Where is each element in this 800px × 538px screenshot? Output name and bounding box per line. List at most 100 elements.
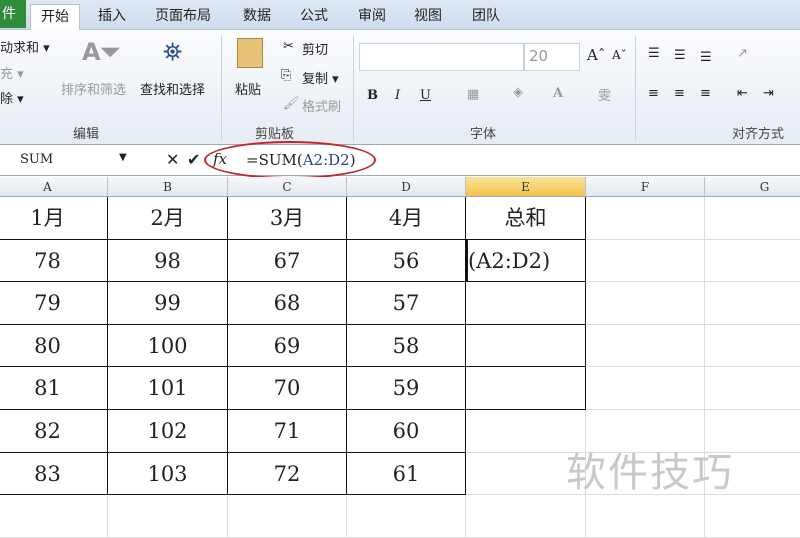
cell-b5[interactable]: 101 (108, 367, 228, 410)
cell-c8[interactable] (228, 495, 347, 538)
find-select-button[interactable]: 查找和选择 (140, 79, 205, 98)
grow-font-icon[interactable]: Aˆ (587, 46, 605, 64)
cell-d3[interactable]: 57 (347, 282, 466, 325)
cell-d4[interactable]: 58 (347, 324, 466, 368)
enter-icon[interactable]: ✔ (187, 150, 200, 169)
increase-indent-icon[interactable]: ⇥ (763, 86, 774, 101)
align-middle-icon[interactable]: ☰ (674, 48, 686, 63)
tab-data[interactable]: 数据 (243, 4, 271, 30)
font-size-select[interactable]: 20 (524, 43, 580, 71)
cell-c7[interactable]: 72 (228, 452, 347, 496)
cell-f3[interactable] (586, 282, 705, 325)
align-bottom-icon[interactable]: ☰ (700, 50, 712, 65)
cancel-icon[interactable]: ✕ (166, 150, 179, 169)
fill-color-icon[interactable]: ◈ (513, 85, 523, 100)
cell-a8[interactable] (0, 495, 108, 538)
phonetic-icon[interactable]: 雯 (598, 85, 611, 104)
cell-e8[interactable] (466, 495, 586, 538)
cell-a1[interactable]: 1月 (0, 197, 108, 240)
cell-g8[interactable] (705, 495, 800, 538)
cell-d2[interactable]: 56 (347, 239, 466, 283)
tab-team[interactable]: 团队 (472, 4, 500, 30)
align-top-icon[interactable]: ☰ (648, 46, 660, 61)
sort-filter-button[interactable]: 排序和筛选 (61, 79, 126, 98)
column-header-f[interactable]: F (586, 177, 705, 197)
cell-e1[interactable]: 总和 (466, 197, 586, 240)
cell-f2[interactable] (586, 239, 705, 283)
cell-e2[interactable]: (A2:D2) (466, 239, 586, 283)
cell-f8[interactable] (586, 495, 705, 538)
border-icon[interactable]: ▦ (467, 87, 479, 102)
cell-c3[interactable]: 68 (228, 282, 347, 325)
column-header-g[interactable]: G (705, 177, 800, 197)
cell-e3[interactable] (466, 282, 586, 325)
shrink-font-icon[interactable]: Aˇ (612, 48, 627, 62)
cell-a7[interactable]: 83 (0, 452, 108, 496)
column-header-a[interactable]: A (0, 177, 108, 197)
cut-button[interactable]: 剪切 (302, 39, 328, 58)
red-highlight-ellipse (204, 141, 376, 179)
cell-g5[interactable] (705, 367, 800, 410)
column-header-e[interactable]: E (466, 177, 586, 197)
cell-d1[interactable]: 4月 (347, 197, 466, 240)
align-center-icon[interactable]: ≡ (674, 86, 685, 101)
name-box[interactable]: SUM (20, 152, 53, 167)
cell-c2[interactable]: 67 (228, 239, 347, 283)
cell-f1[interactable] (586, 197, 705, 240)
bold-button[interactable]: B (367, 88, 378, 103)
align-left-icon[interactable]: ≡ (648, 86, 659, 101)
underline-button[interactable]: U (420, 88, 431, 103)
cell-c6[interactable]: 71 (228, 410, 347, 453)
name-box-dropdown-icon[interactable]: ▼ (119, 152, 127, 163)
cell-b3[interactable]: 99 (108, 282, 228, 325)
cell-b1[interactable]: 2月 (108, 197, 228, 240)
cell-e4[interactable] (466, 324, 586, 368)
italic-button[interactable]: I (395, 88, 400, 103)
tab-view[interactable]: 视图 (414, 4, 442, 30)
cell-a4[interactable]: 80 (0, 324, 108, 368)
tab-file[interactable]: 件 (0, 0, 26, 28)
align-right-icon[interactable]: ≡ (700, 86, 711, 101)
tab-insert[interactable]: 插入 (98, 4, 126, 30)
cell-d7[interactable]: 61 (347, 452, 466, 496)
cell-a2[interactable]: 78 (0, 239, 108, 283)
format-painter-button[interactable]: 格式刷 (302, 96, 341, 115)
tab-page-layout[interactable]: 页面布局 (155, 4, 211, 30)
column-header-c[interactable]: C (228, 177, 347, 197)
cell-b6[interactable]: 102 (108, 410, 228, 453)
cell-b7[interactable]: 103 (108, 452, 228, 496)
cell-e5[interactable] (466, 367, 586, 410)
tab-review[interactable]: 审阅 (358, 4, 386, 30)
cell-b2[interactable]: 98 (108, 239, 228, 283)
cell-d6[interactable]: 60 (347, 410, 466, 453)
cell-g4[interactable] (705, 325, 800, 368)
decrease-indent-icon[interactable]: ⇤ (737, 86, 748, 101)
cell-g2[interactable] (705, 240, 800, 283)
cell-g1[interactable] (705, 197, 800, 240)
cell-c5[interactable]: 70 (228, 367, 347, 410)
tab-formulas[interactable]: 公式 (300, 4, 328, 30)
cell-c1[interactable]: 3月 (228, 197, 347, 240)
cell-d8[interactable] (347, 495, 466, 538)
cell-b8[interactable] (108, 495, 228, 538)
cell-d5[interactable]: 59 (347, 367, 466, 410)
cell-c4[interactable]: 69 (228, 324, 347, 368)
cell-f5[interactable] (586, 367, 705, 410)
font-name-select[interactable] (359, 43, 524, 71)
copy-button[interactable]: 复制 ▾ (302, 68, 339, 87)
cell-a6[interactable]: 82 (0, 410, 108, 453)
clear-button[interactable]: 除 ▾ (0, 88, 24, 107)
fill-button[interactable]: 充 ▾ (0, 63, 24, 82)
cell-b4[interactable]: 100 (108, 324, 228, 368)
cell-g3[interactable] (705, 282, 800, 325)
autosum-button[interactable]: 动求和 ▾ (0, 37, 50, 56)
font-color-icon[interactable]: A (553, 86, 563, 101)
column-header-b[interactable]: B (108, 177, 228, 197)
paste-button[interactable]: 粘贴 (235, 79, 261, 98)
orientation-icon[interactable]: ↗ (737, 46, 748, 61)
cell-a5[interactable]: 81 (0, 367, 108, 410)
cell-a3[interactable]: 79 (0, 282, 108, 325)
cell-f4[interactable] (586, 324, 705, 368)
tab-home[interactable]: 开始 (30, 4, 80, 30)
column-header-d[interactable]: D (347, 177, 466, 197)
